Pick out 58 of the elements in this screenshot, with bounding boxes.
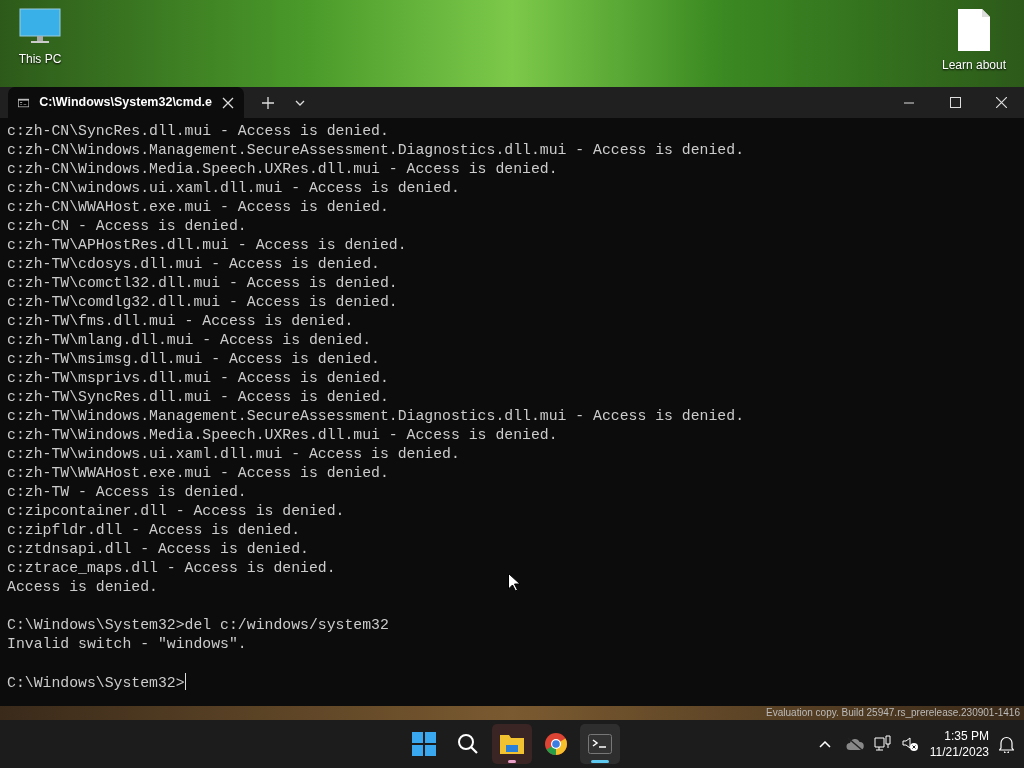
terminal-line: c:zh-CN - Access is denied. <box>7 218 247 234</box>
windows-logo-icon <box>412 732 436 756</box>
terminal-line: c:zh-TW\fms.dll.mui - Access is denied. <box>7 313 354 329</box>
terminal-line: c:zh-TW\msimsg.dll.mui - Access is denied. <box>7 351 380 367</box>
terminal-line: c:zh-TW\mlang.dll.mui - Access is denied. <box>7 332 372 348</box>
terminal-line: Invalid switch - "windows". <box>7 636 247 652</box>
cloud-off-icon[interactable] <box>845 737 864 751</box>
terminal-line: c:zh-TW\msprivs.dll.mui - Access is denied. <box>7 370 389 386</box>
desktop-icon-label[interactable]: This PC <box>18 50 62 68</box>
mouse-pointer-icon <box>508 573 520 592</box>
command-prompt-icon <box>18 96 30 109</box>
clock-date[interactable]: 11/21/2023 <box>929 744 989 760</box>
network-icon[interactable] <box>873 735 892 753</box>
terminal-line: c:zh-TW\WWAHost.exe.mui - Access is denied. <box>7 465 389 481</box>
terminal-line: c:zipcontainer.dll - Access is denied. <box>7 503 345 519</box>
folder-icon <box>499 733 525 755</box>
close-icon <box>222 96 234 109</box>
terminal-line: c:zipfldr.dll - Access is denied. <box>7 522 301 538</box>
terminal-line: C:\Windows\System32>del c:/windows/system32 <box>7 617 389 633</box>
document-icon <box>957 8 991 52</box>
notification-bell-icon[interactable] <box>999 735 1014 753</box>
text-cursor <box>184 673 186 690</box>
search-icon <box>457 733 479 755</box>
terminal-line: c:zh-TW\Windows.Media.Speech.UXRes.dll.mui - Access is denied. <box>7 427 558 443</box>
terminal-line: c:zh-TW\APHostRes.dll.mui - Access is denied. <box>7 237 407 253</box>
tab-title: C:\Windows\System32\cmd.e <box>39 94 212 112</box>
terminal-line: c:zh-TW\comctl32.dll.mui - Access is denied. <box>7 275 398 291</box>
terminal-line: c:zh-TW\Windows.Management.SecureAssessment.Diagnostics.dll.mui - Access is denied. <box>7 408 744 424</box>
terminal-icon <box>588 734 612 754</box>
watermark-text: Evaluation copy. Build 25947.rs_prerelease.230901-1416 <box>766 708 1020 718</box>
terminal-line: c:zh-CN\Windows.Management.SecureAssessment.Diagnostics.dll.mui - Access is denied. <box>7 142 744 158</box>
command-prompt: C:\Windows\System32> <box>7 675 185 691</box>
terminal-line: c:zh-CN\Windows.Media.Speech.UXRes.dll.mui - Access is denied. <box>7 161 558 177</box>
terminal-line: Access is denied. <box>7 579 158 595</box>
terminal-line: c:zh-TW\comdlg32.dll.mui - Access is denied. <box>7 294 398 310</box>
terminal-line: c:ztdnsapi.dll - Access is denied. <box>7 541 309 557</box>
browser-icon <box>544 732 568 756</box>
taskbar-app-button[interactable] <box>580 724 620 764</box>
terminal-line: c:zh-TW\SyncRes.dll.mui - Access is denied. <box>7 389 389 405</box>
terminal-line: c:zh-CN\windows.ui.xaml.dll.mui - Access is denied. <box>7 180 460 196</box>
clock-time[interactable]: 1:35 PM <box>929 728 989 744</box>
terminal-line: c:zh-CN\SyncRes.dll.mui - Access is denied. <box>7 123 389 139</box>
chevron-down-icon <box>295 99 305 106</box>
terminal-line: c:zh-TW\cdosys.dll.mui - Access is denied. <box>7 256 380 272</box>
close-icon <box>995 97 1007 108</box>
terminal-line: c:zh-TW\windows.ui.xaml.dll.mui - Access is denied. <box>7 446 460 462</box>
terminal-line: c:zh-CN\WWAHost.exe.mui - Access is denied. <box>7 199 389 215</box>
terminal-line: c:ztrace_maps.dll - Access is denied. <box>7 560 336 576</box>
monitor-icon <box>19 8 61 46</box>
minimize-icon <box>904 101 914 104</box>
terminal-line: c:zh-TW - Access is denied. <box>7 484 247 500</box>
maximize-icon <box>949 97 961 108</box>
plus-icon <box>262 96 274 109</box>
speaker-muted-icon[interactable] <box>901 736 920 752</box>
terminal-tab[interactable]: C:\Windows\System32\cmd.e <box>8 87 244 118</box>
close-tab-button[interactable] <box>222 96 234 109</box>
desktop-icon-label[interactable]: Learn about <box>941 56 1007 74</box>
taskbar-app-button[interactable] <box>492 724 532 764</box>
